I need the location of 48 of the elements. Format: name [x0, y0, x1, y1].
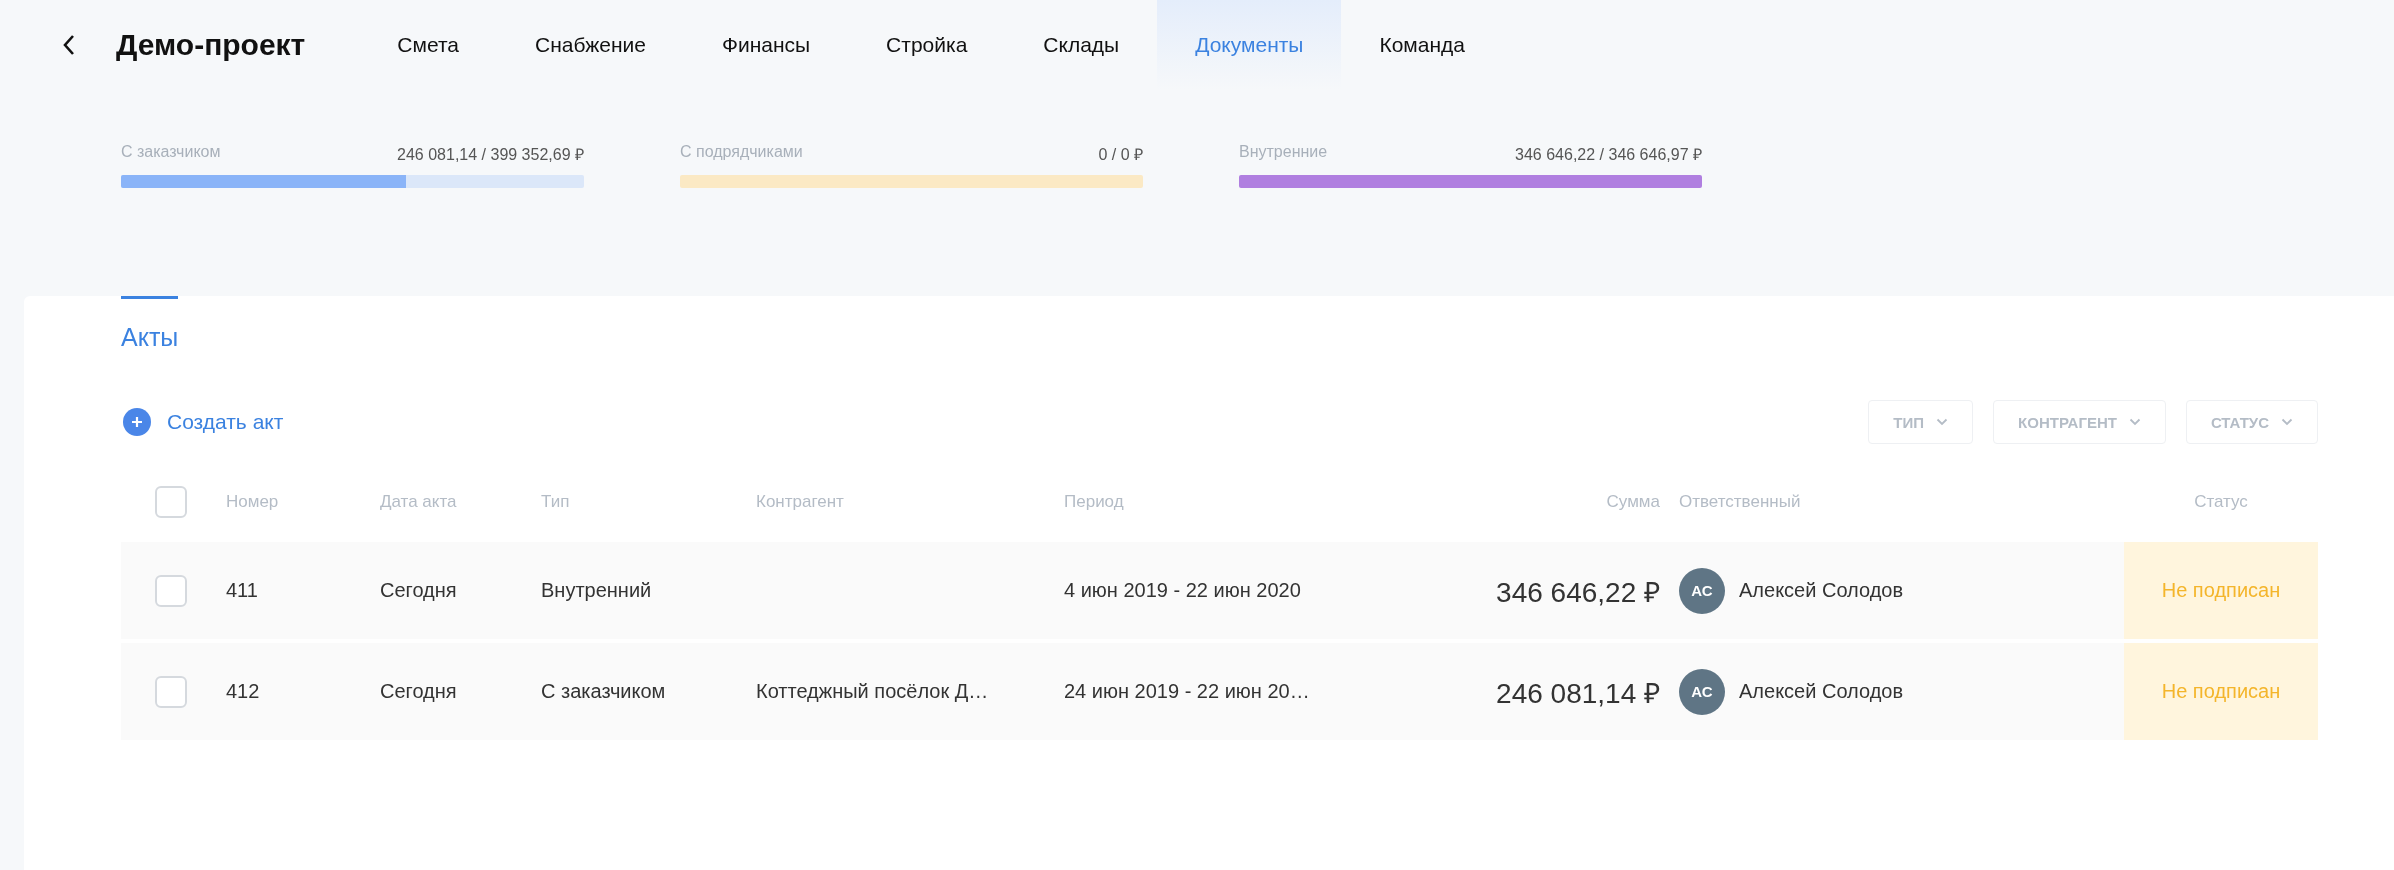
- column-header: Номер: [226, 492, 279, 512]
- column-header: Контрагент: [756, 492, 844, 512]
- column-header: Сумма: [1606, 492, 1660, 512]
- nav-tab[interactable]: Снабжение: [496, 0, 684, 90]
- summary-label: С заказчиком: [121, 143, 221, 162]
- avatar: АС: [1679, 668, 1725, 715]
- table-cell: С заказчиком: [541, 680, 666, 703]
- nav-tab[interactable]: Склады: [1005, 0, 1158, 90]
- table-cell: 4 июн 2019 - 22 июн 2020: [1064, 579, 1301, 602]
- chevron-down-icon: [2128, 418, 2141, 426]
- avatar: АС: [1679, 567, 1725, 614]
- summary-amount: 346 646,22 / 346 646,97 ₽: [1515, 145, 1702, 165]
- column-header: Дата акта: [380, 492, 457, 512]
- chevron-down-icon: [1936, 418, 1949, 426]
- project-title: Демо-проект: [116, 28, 306, 62]
- table-cell: Сегодня: [380, 680, 457, 703]
- summary-amount: 246 081,14 / 399 352,69 ₽: [397, 145, 584, 165]
- nav-tab[interactable]: Финансы: [683, 0, 849, 90]
- table-cell: Внутренний: [541, 579, 652, 602]
- checkbox[interactable]: [155, 675, 187, 708]
- column-header: Ответственный: [1679, 492, 1801, 512]
- table-cell: 412: [226, 680, 260, 703]
- status-cell: Не подписан: [2124, 542, 2318, 639]
- nav-tab[interactable]: Смета: [359, 0, 497, 90]
- checkbox[interactable]: [155, 486, 187, 518]
- amount-text: 346 646,22 ₽: [1496, 575, 1660, 610]
- plus-icon: [123, 408, 151, 436]
- acts-tab[interactable]: Акты: [121, 296, 179, 352]
- nav-tab[interactable]: Команда: [1341, 0, 1503, 90]
- status-cell: Не подписан: [2124, 643, 2318, 740]
- column-header: Статус: [2194, 492, 2248, 512]
- amount-text: 246 081,14 ₽: [1496, 676, 1660, 711]
- chevron-down-icon: [2281, 418, 2293, 426]
- column-header: Период: [1064, 492, 1124, 512]
- table-cell: 411: [226, 579, 258, 602]
- summary-label: Внутренние: [1239, 143, 1328, 162]
- column-header: Тип: [541, 492, 570, 512]
- summary-label: С подрядчиками: [680, 143, 803, 162]
- table-cell: Коттеджный посёлок Д…: [756, 680, 989, 703]
- nav-tab[interactable]: Стройка: [848, 0, 1006, 90]
- back-icon: [62, 34, 76, 56]
- table-cell: Сегодня: [380, 579, 457, 602]
- table-cell: 24 июн 2019 - 22 июн 20…: [1064, 680, 1310, 703]
- checkbox[interactable]: [155, 574, 187, 607]
- person-name: Алексей Солодов: [1739, 579, 1904, 602]
- summary-amount: 0 / 0 ₽: [1098, 145, 1143, 165]
- create-act-button[interactable]: Создать акт: [123, 408, 284, 436]
- person-name: Алексей Солодов: [1739, 680, 1904, 703]
